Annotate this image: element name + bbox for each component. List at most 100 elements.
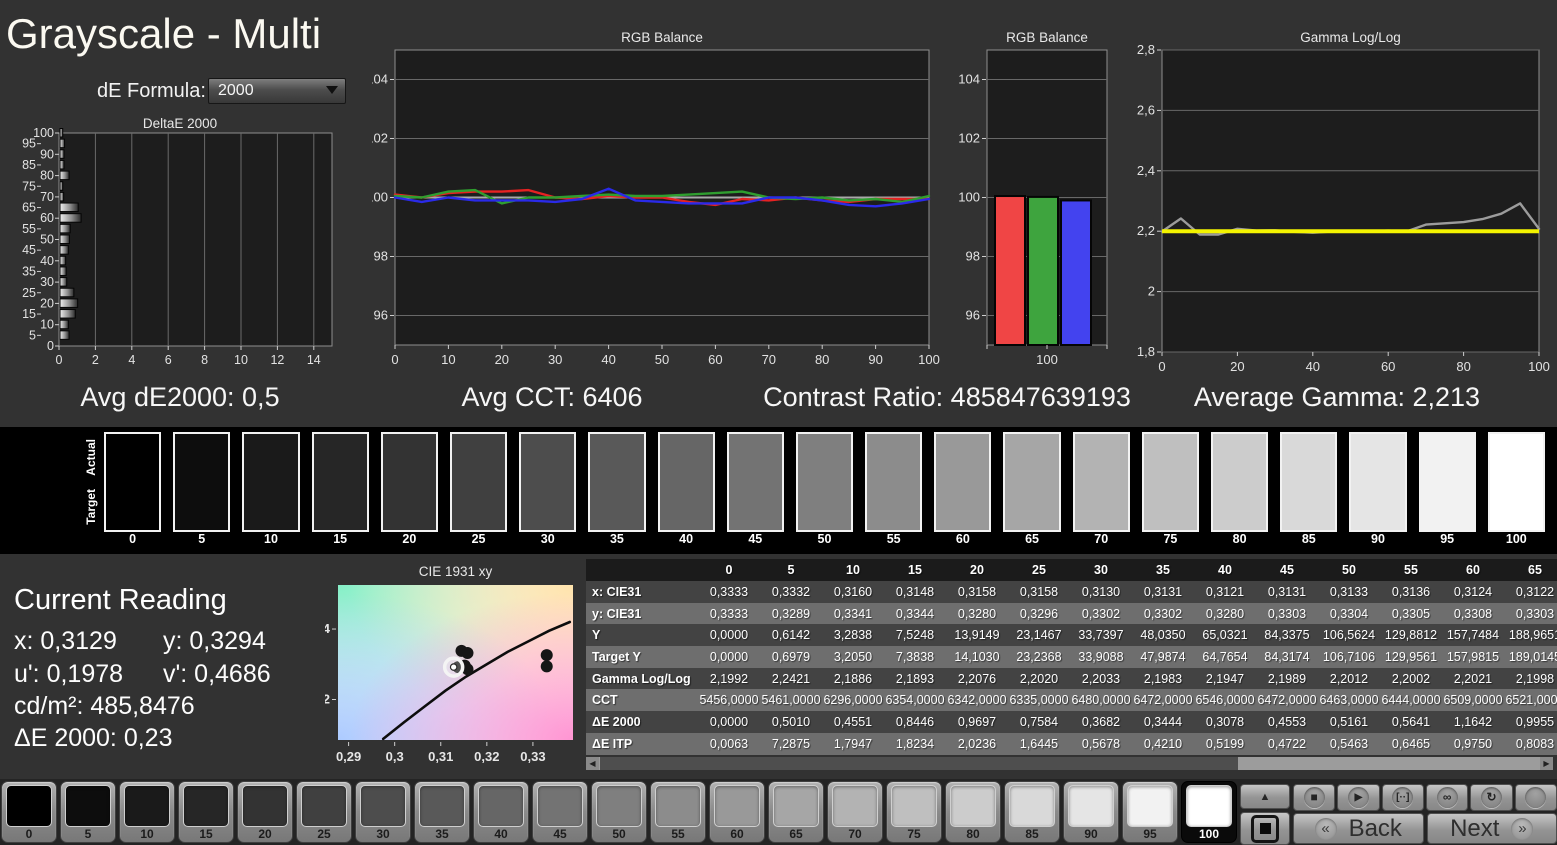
ramp-swatch-70	[1072, 432, 1130, 532]
pattern-button-75[interactable]: 75	[886, 781, 942, 843]
table-cell-35: 0,4210	[1132, 732, 1194, 755]
table-cell-40: 6546,0000	[1194, 689, 1256, 712]
svg-text:60: 60	[708, 352, 722, 367]
pattern-button-80[interactable]: 80	[945, 781, 1001, 843]
bracket-dots-icon: [··]	[1392, 787, 1414, 808]
svg-text:0: 0	[56, 353, 63, 367]
pattern-button-65[interactable]: 65	[768, 781, 824, 843]
window-pattern-button[interactable]	[1240, 812, 1290, 845]
reading-x: x: 0,3129	[14, 627, 117, 655]
deltae-chart: 0 2 4 6 8 10 12 14 0 5 10 15 20 25 30 35 40 45 50 55 60 65 70 7…	[2, 116, 352, 380]
table-col-header-40: 40	[1194, 559, 1256, 581]
table-cell-10: 1,7947	[822, 732, 884, 755]
svg-text:35: 35	[22, 264, 36, 278]
ramp-label-90: 90	[1371, 532, 1385, 546]
deltae-chart-svg: 0 2 4 6 8 10 12 1405101520253035404550556065707…	[22, 116, 333, 367]
pattern-button-20[interactable]: 20	[237, 781, 293, 843]
ramp-label-30: 30	[540, 532, 555, 546]
pattern-button-60[interactable]: 60	[709, 781, 765, 843]
scroll-left-arrow-icon[interactable]: ◀	[586, 757, 599, 770]
table-cell-45: 6472,0000	[1256, 689, 1318, 712]
table-cell-50: 2,2012	[1318, 667, 1380, 690]
pattern-button-55[interactable]: 55	[650, 781, 706, 843]
svg-text:RGB Balance: RGB Balance	[621, 30, 703, 45]
bracket-dots-button[interactable]: [··]	[1381, 784, 1424, 811]
nav-row: « Back Next »	[1293, 813, 1557, 844]
pattern-swatch-10	[124, 785, 170, 827]
next-chevron-icon: »	[1511, 817, 1534, 840]
table-cell-20: 0,3158	[946, 581, 1008, 603]
pattern-button-0[interactable]: 0	[1, 781, 57, 843]
ramp-label-100: 100	[1505, 532, 1527, 546]
svg-text:50: 50	[40, 233, 54, 247]
table-row-label: ΔE ITP	[586, 732, 698, 755]
ramp-label-0: 0	[129, 532, 137, 546]
ramp-swatch-35	[588, 432, 646, 532]
svg-text:20: 20	[495, 352, 509, 367]
table-hscrollbar[interactable]: ◀ ▶	[586, 757, 1553, 770]
infinity-button[interactable]: ∞	[1425, 784, 1469, 811]
ramp-labels: 0 5 10 15 20 25 30 35 40 45 50 55 60 65 70 75 80 85 90 95 10…	[104, 532, 1545, 546]
table-cell-60: 0,3308	[1442, 602, 1504, 625]
pattern-button-70[interactable]: 70	[827, 781, 883, 843]
pattern-button-30[interactable]: 30	[355, 781, 411, 843]
pattern-button-45[interactable]: 45	[532, 781, 588, 843]
pattern-swatch-5	[65, 785, 111, 827]
next-button[interactable]: Next »	[1426, 813, 1557, 844]
table-cell-40: 64,7654	[1194, 646, 1256, 668]
blank-button[interactable]	[1514, 784, 1557, 811]
pattern-button-90[interactable]: 90	[1063, 781, 1119, 843]
pattern-swatch-80	[950, 785, 996, 827]
table-cell-55: 0,3305	[1380, 602, 1442, 625]
svg-text:10: 10	[441, 352, 455, 367]
table-cell-30: 0,5678	[1070, 732, 1132, 755]
table-cell-45: 0,4553	[1256, 711, 1318, 733]
scroll-right-arrow-icon[interactable]: ▶	[1540, 757, 1553, 770]
ramp-swatch-55	[865, 432, 923, 532]
table-cell-10: 0,4551	[822, 711, 884, 733]
svg-text:90: 90	[40, 147, 54, 161]
svg-text:30: 30	[40, 275, 54, 289]
stop-icon: ■	[1303, 787, 1325, 808]
svg-text:2,4: 2,4	[1137, 163, 1155, 178]
refresh-button[interactable]: ↻	[1470, 784, 1513, 811]
ramp-label-80: 80	[1232, 532, 1247, 546]
scroll-thumb[interactable]	[600, 757, 1239, 770]
pattern-button-40[interactable]: 40	[473, 781, 529, 843]
pattern-button-50[interactable]: 50	[591, 781, 647, 843]
ramp-label-10: 10	[264, 532, 278, 546]
pattern-button-85[interactable]: 85	[1004, 781, 1060, 843]
table-cell-15: 7,3838	[884, 646, 946, 668]
pattern-button-10[interactable]: 10	[119, 781, 175, 843]
play-button[interactable]: ▶	[1337, 784, 1380, 811]
table-col-header-60: 60	[1442, 559, 1504, 581]
stop-button[interactable]: ■	[1293, 784, 1336, 811]
pattern-button-100[interactable]: 100	[1181, 781, 1237, 843]
pattern-button-25[interactable]: 25	[296, 781, 352, 843]
back-button[interactable]: « Back	[1293, 813, 1424, 844]
de-formula-dropdown[interactable]: 2000	[208, 78, 346, 104]
up-arrow-button[interactable]: ▲	[1240, 784, 1290, 809]
table-row-label: Y	[586, 624, 698, 647]
table-cell-60: 0,3124	[1442, 581, 1504, 603]
cie-1931-chart: 0,29 0,3 0,31 0,32 0,33 0,34 0,32 CIE 1931 xy	[305, 562, 581, 772]
svg-text:104: 104	[372, 72, 388, 87]
svg-text:0,32: 0,32	[325, 691, 330, 706]
svg-text:100: 100	[1036, 352, 1058, 367]
next-label: Next	[1450, 814, 1500, 842]
pattern-label-50: 50	[612, 827, 626, 841]
transport-icon-row: ■ ▶ [··] ∞ ↻	[1293, 784, 1557, 811]
table-cell-65: 189,0145	[1504, 646, 1557, 668]
svg-text:65: 65	[22, 201, 36, 215]
pattern-button-15[interactable]: 15	[178, 781, 234, 843]
svg-text:75: 75	[22, 179, 36, 193]
svg-text:20: 20	[40, 296, 54, 310]
table-cell-5: 2,2421	[760, 667, 822, 690]
ramp-target-label: Target	[84, 489, 98, 525]
grayscale-multi-screen: Grayscale - Multi dE Formula: 2000 02468…	[0, 0, 1557, 845]
pattern-button-35[interactable]: 35	[414, 781, 470, 843]
stat-contrast-ratio: Contrast Ratio: 485847639193	[763, 382, 1131, 412]
table-cell-20: 0,3280	[946, 602, 1008, 625]
pattern-button-5[interactable]: 5	[60, 781, 116, 843]
pattern-button-95[interactable]: 95	[1122, 781, 1178, 843]
